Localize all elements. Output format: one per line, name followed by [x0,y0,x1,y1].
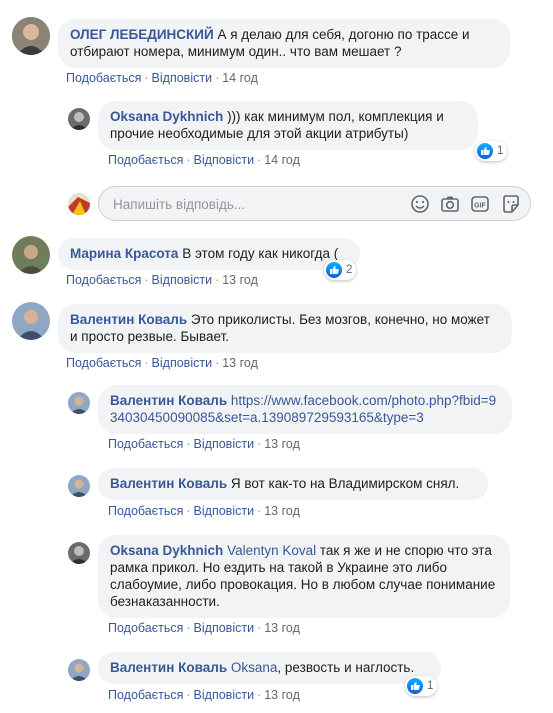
comment-bubble: Валентин Коваль Я вот как-то на Владимир… [98,468,488,500]
avatar-photo-icon [68,475,90,497]
comment-actions: Подобається · Відповісти · 13 год [108,621,300,635]
avatar-photo-icon [68,193,90,215]
like-button[interactable]: Подобається [108,153,183,167]
current-user-avatar [68,193,90,215]
avatar-photo-icon [68,542,90,564]
comment-bubble: Oksana Dykhnich ))) как минимум пол, ком… [98,101,478,150]
reaction-count[interactable]: 1 [405,676,438,696]
comment-bubble: Валентин Коваль https://www.facebook.com… [98,385,512,434]
timestamp[interactable]: 13 год [264,504,300,518]
comment-bubble: Oksana Dykhnich Valentyn Koval так я же … [98,535,510,618]
comment-bubble: ОЛЕГ ЛЕБЕДИНСКИЙ А я делаю для себя, дог… [58,19,510,68]
reply-button[interactable]: Відповісти [152,71,213,85]
reaction-number: 1 [427,680,434,692]
avatar[interactable] [12,236,50,274]
avatar[interactable] [68,475,90,497]
like-button[interactable]: Подобається [66,71,141,85]
emoji-icon[interactable] [409,193,431,215]
like-button[interactable]: Подобається [108,688,183,702]
mention-link[interactable]: Valentyn Koval [227,543,316,558]
like-button[interactable]: Подобається [66,356,141,370]
comment-text: В этом году как никогда ( [182,246,339,261]
like-icon [326,262,342,278]
reaction-number: 2 [346,264,353,276]
comment-actions: Подобається · Відповісти · 13 год [66,273,258,287]
timestamp[interactable]: 13 год [264,688,300,702]
reply-button[interactable]: Відповісти [194,153,255,167]
comment-bubble: Валентин Коваль Oksana, резвость и нагло… [98,652,441,684]
avatar-photo-icon [12,302,50,340]
gif-icon[interactable]: GIF [469,193,491,215]
avatar-photo-icon [68,392,90,414]
sticker-icon[interactable] [500,193,522,215]
comment-author[interactable]: Марина Красота [70,246,178,261]
avatar[interactable] [68,542,90,564]
comment-author[interactable]: Валентин Коваль [110,393,227,408]
avatar[interactable] [68,392,90,414]
avatar-photo-icon [68,108,90,130]
comment-author[interactable]: Oksana Dykhnich [110,109,223,124]
timestamp[interactable]: 13 год [222,356,258,370]
avatar[interactable] [12,17,50,55]
reply-button[interactable]: Відповісти [194,621,255,635]
like-button[interactable]: Подобається [108,504,183,518]
reaction-count[interactable]: 1 [475,141,508,161]
like-icon [477,143,493,159]
mention-link[interactable]: Oksana [231,660,278,675]
svg-text:GIF: GIF [474,203,486,210]
avatar[interactable] [68,108,90,130]
like-button[interactable]: Подобається [108,437,183,451]
camera-icon[interactable] [439,193,461,215]
timestamp[interactable]: 13 год [264,621,300,635]
timestamp[interactable]: 14 год [222,71,258,85]
comment-actions: Подобається · Відповісти · 13 год [108,437,300,451]
like-icon [407,678,423,694]
reaction-number: 1 [497,145,504,157]
reply-input[interactable] [111,193,395,215]
avatar[interactable] [68,659,90,681]
reaction-count[interactable]: 2 [324,260,357,280]
comment-actions: Подобається · Відповісти · 13 год [108,504,300,518]
comment-actions: Подобається · Відповісти · 13 год [108,688,300,702]
like-button[interactable]: Подобається [108,621,183,635]
reply-button[interactable]: Відповісти [194,688,255,702]
comment-actions: Подобається · Відповісти · 14 год [108,153,300,167]
comment-text: , резвость и наглость. [277,660,415,675]
reply-button[interactable]: Відповісти [152,273,213,287]
comment-author[interactable]: Валентин Коваль [110,476,227,491]
reply-input-box: GIF [98,186,531,221]
avatar-photo-icon [12,17,50,55]
timestamp[interactable]: 14 год [264,153,300,167]
timestamp[interactable]: 13 год [264,437,300,451]
comment-author[interactable]: Валентин Коваль [70,312,187,327]
avatar-photo-icon [12,236,50,274]
timestamp[interactable]: 13 год [222,273,258,287]
like-button[interactable]: Подобається [66,273,141,287]
comment-bubble: Марина Красота В этом году как никогда ( [58,238,360,270]
comment-actions: Подобається · Відповісти · 14 год [66,71,258,85]
avatar[interactable] [12,302,50,340]
reply-button[interactable]: Відповісти [194,437,255,451]
comment-author[interactable]: Валентин Коваль [110,660,227,675]
reply-button[interactable]: Відповісти [194,504,255,518]
comment-actions: Подобається · Відповісти · 13 год [66,356,258,370]
comment-bubble: Валентин Коваль Это приколисты. Без мозг… [58,304,512,353]
reply-button[interactable]: Відповісти [152,356,213,370]
comment-text: Я вот как-то на Владимирском снял. [230,476,460,491]
comment-author[interactable]: Oksana Dykhnich [110,543,223,558]
comment-author[interactable]: ОЛЕГ ЛЕБЕДИНСКИЙ [70,27,214,42]
avatar-photo-icon [68,659,90,681]
